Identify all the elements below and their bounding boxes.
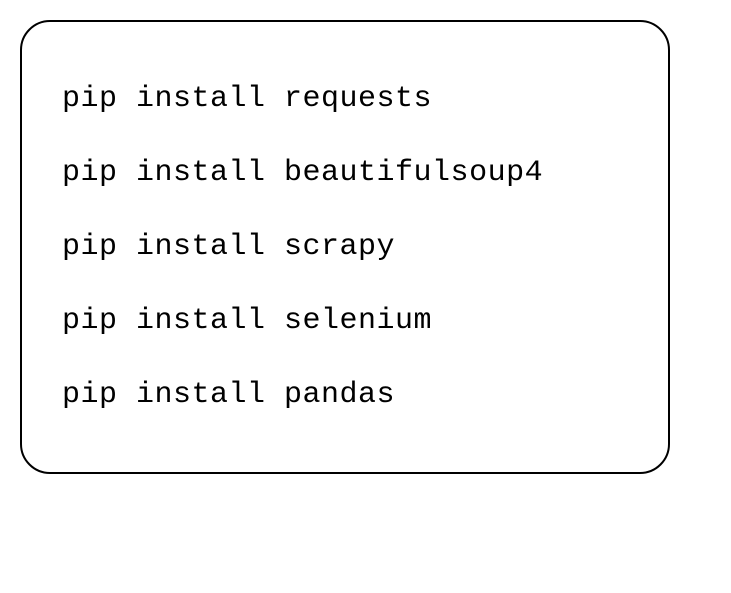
command-line: pip install selenium [62, 284, 628, 358]
command-line: pip install scrapy [62, 210, 628, 284]
command-line: pip install pandas [62, 358, 628, 432]
code-block: pip install requests pip install beautif… [20, 20, 670, 474]
command-line: pip install requests [62, 62, 628, 136]
command-line: pip install beautifulsoup4 [62, 136, 628, 210]
